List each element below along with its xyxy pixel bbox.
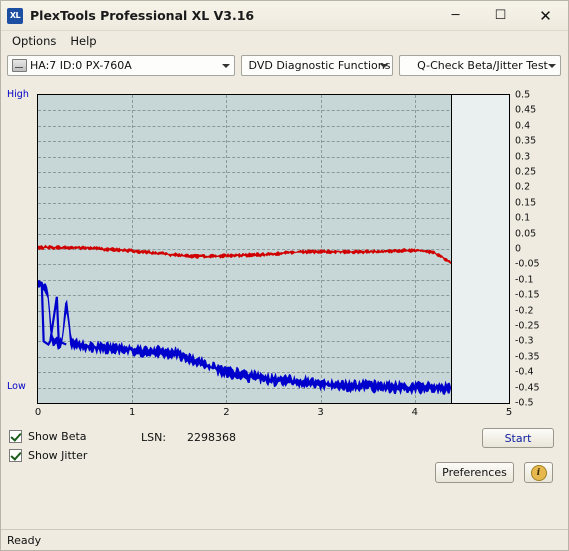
show-beta-label: Show Beta	[28, 430, 87, 443]
application-window: XL PlexTools Professional XL V3.16 ─ ☐ ✕…	[0, 0, 569, 551]
plot-curves	[38, 244, 451, 396]
chart-area: High Low 0.5 0.45 0.4 0.35 0.3 0.25 0.2 0.15 0.1…	[7, 81, 562, 426]
y-tick-label: 0.1	[515, 212, 531, 224]
title-bar: XL PlexTools Professional XL V3.16 ─ ☐ ✕	[1, 1, 568, 31]
preferences-button[interactable]: Preferences	[435, 462, 514, 483]
toolbar: HA:7 ID:0 PX-760A DVD Diagnostic Functio…	[1, 51, 568, 79]
y-tick-label: 0	[515, 243, 522, 255]
plot-area	[37, 94, 510, 404]
y-tick-label: -0.5	[515, 397, 534, 409]
test-select-label: Q-Check Beta/Jitter Test	[417, 59, 548, 72]
show-jitter-row[interactable]: Show Jitter	[9, 449, 560, 462]
series-jitter	[38, 279, 451, 396]
menu-item-help[interactable]: Help	[65, 33, 103, 50]
y-tick-label: 0.5	[515, 89, 531, 101]
y-tick-label: 0.2	[515, 181, 531, 193]
x-tick-label: 5	[505, 407, 513, 418]
y-axis-labels: 0.5 0.45 0.4 0.35 0.3 0.25 0.2 0.15 0.1 0.05 0 -0.0…	[513, 90, 547, 409]
series-jitter-spike	[38, 280, 67, 347]
controls-area: Show Beta Show Jitter LSN: 2298368 Start…	[1, 426, 568, 529]
y-tick-label: -0.05	[515, 258, 540, 270]
x-tick-label: 0	[34, 407, 42, 418]
chevron-down-icon	[222, 56, 230, 75]
y-tick-label: -0.45	[515, 382, 540, 394]
start-button[interactable]: Start	[482, 428, 554, 448]
window-buttons: ─ ☐ ✕	[433, 1, 568, 30]
y-tick-label: -0.25	[515, 320, 540, 332]
status-bar: Ready	[1, 529, 568, 550]
status-text: Ready	[7, 533, 42, 547]
y-tick-label: -0.15	[515, 289, 540, 301]
y-tick-label: 0.35	[515, 135, 537, 147]
series-beta	[38, 244, 451, 264]
x-tick-label: 2	[223, 407, 230, 418]
close-icon[interactable]: ✕	[523, 1, 568, 30]
y-tick-label: 0.25	[515, 166, 537, 178]
app-icon: XL	[7, 7, 23, 24]
minimize-icon[interactable]: ─	[433, 1, 478, 30]
drive-icon	[12, 59, 27, 72]
y-tick-label: 0.05	[515, 228, 537, 240]
x-tick-label: 3	[317, 407, 324, 418]
y-tick-label: 0.3	[515, 151, 531, 163]
function-select[interactable]: DVD Diagnostic Functions	[241, 55, 393, 76]
window-title: PlexTools Professional XL V3.16	[30, 8, 255, 23]
lsn-value: 2298368	[187, 431, 236, 444]
x-tick-label: 4	[411, 407, 418, 418]
maximize-icon[interactable]: ☐	[478, 1, 523, 30]
info-icon: i	[530, 464, 547, 481]
chevron-down-icon	[548, 56, 556, 75]
drive-select[interactable]: HA:7 ID:0 PX-760A	[7, 55, 235, 76]
info-button[interactable]: i	[524, 462, 553, 483]
y-tick-label: -0.2	[515, 305, 534, 317]
show-beta-checkbox[interactable]	[9, 430, 22, 443]
y-tick-label: 0.15	[515, 197, 537, 209]
x-tick-label: 1	[129, 407, 136, 418]
function-select-label: DVD Diagnostic Functions	[248, 59, 391, 72]
y-tick-label: -0.35	[515, 351, 540, 363]
axis-label-low: Low	[7, 381, 26, 392]
y-tick-label: 0.4	[515, 120, 531, 132]
chevron-down-icon	[380, 56, 388, 75]
menu-item-options[interactable]: Options	[7, 33, 63, 50]
show-beta-row[interactable]: Show Beta	[9, 430, 560, 443]
y-tick-label: -0.4	[515, 366, 534, 378]
lsn-label: LSN:	[141, 431, 167, 444]
x-axis-labels: 0 1 2 3 4 5	[34, 407, 513, 421]
show-jitter-checkbox[interactable]	[9, 449, 22, 462]
y-tick-label: 0.45	[515, 104, 537, 116]
menu-bar: Options Help	[1, 31, 568, 51]
axis-label-high: High	[7, 89, 29, 100]
show-jitter-label: Show Jitter	[28, 449, 88, 462]
test-select[interactable]: Q-Check Beta/Jitter Test	[399, 55, 561, 76]
y-tick-label: -0.1	[515, 274, 534, 286]
y-tick-label: -0.3	[515, 335, 534, 347]
